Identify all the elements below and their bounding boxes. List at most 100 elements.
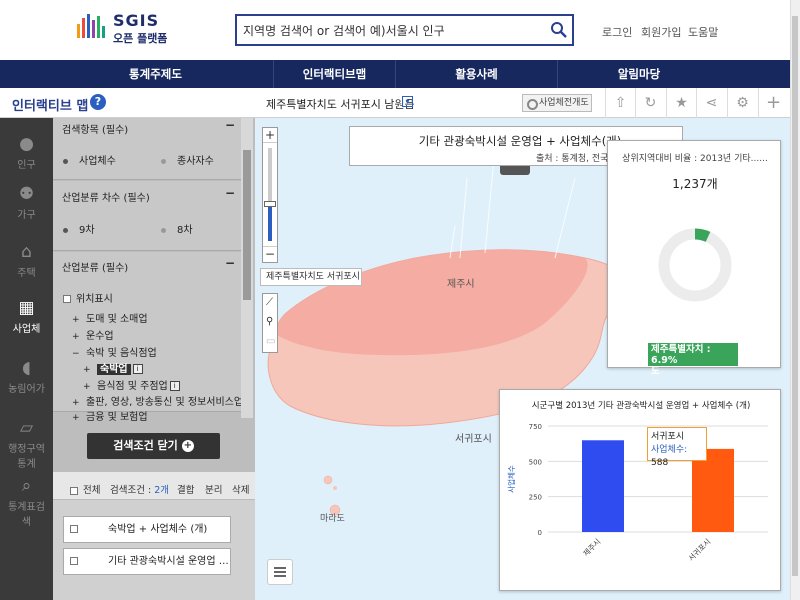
left-nav-household[interactable]: ⚉ 가구	[0, 184, 53, 221]
person-icon: ●	[19, 134, 34, 154]
merge-button[interactable]: 결합	[177, 482, 194, 496]
tree-item[interactable]: + 출판, 영상, 방송통신 및 정보서비스업	[72, 393, 243, 408]
left-nav-table-search[interactable]: ⌕ 통계표검색	[0, 476, 53, 528]
left-nav-population[interactable]: ● 인구	[0, 134, 53, 171]
collapse-title-handle[interactable]	[500, 166, 530, 175]
section-industry: 산업분류 (필수) − 위치표시 + 도매 및 소매업 + 운수업 − 숙박 및 음식…	[53, 252, 243, 423]
checkbox[interactable]	[70, 557, 78, 565]
ratio-label: 제주특별자치 : 6.9% 도	[648, 343, 738, 377]
section-title: 검색항목 (필수)	[62, 125, 129, 136]
chart-tooltip: 서귀포시 사업체수: 588	[647, 427, 707, 468]
split-button[interactable]: 분리	[205, 482, 222, 496]
section-title: 산업분류 (필수)	[62, 263, 129, 274]
map-region-label: 제주특별자치도 서귀포시	[260, 268, 362, 286]
left-nav-business[interactable]: ▦ 사업체	[0, 298, 53, 335]
help-link[interactable]: 도움말	[688, 24, 718, 40]
sgis-logo[interactable]: SGIS 오픈 플랫폼	[76, 10, 186, 46]
condition-card[interactable]: 숙박업 + 사업체수 (개)	[63, 516, 231, 543]
panel-scroll-thumb[interactable]	[243, 150, 251, 300]
business-map-button[interactable]: 사업체전개도	[522, 94, 592, 112]
radio-business-count[interactable]: 사업체수	[63, 152, 116, 167]
pig-icon: ◖	[22, 358, 31, 378]
refresh-icon[interactable]: ↻	[635, 88, 665, 118]
donut-rest	[658, 228, 732, 302]
zoom-level-fill	[268, 203, 272, 241]
tree-item[interactable]: + 음식점 및 주점업 i	[83, 377, 180, 392]
search-input[interactable]	[243, 21, 543, 39]
app-title: 인터랙티브 맵	[12, 99, 89, 114]
zoom-slider-handle[interactable]	[264, 201, 276, 207]
page-scroll-thumb[interactable]	[792, 16, 798, 576]
search-box	[235, 14, 574, 46]
upload-icon[interactable]: ⇧	[605, 88, 635, 118]
tree-item[interactable]: + 운수업	[72, 327, 114, 342]
y-tick-label: 0	[538, 529, 542, 537]
radio-8th[interactable]: 8차	[161, 221, 193, 236]
left-nav-housing[interactable]: ⌂ 주택	[0, 242, 53, 279]
condition-card[interactable]: 기타 관광숙박시설 운영업 …	[63, 548, 231, 575]
place-label-seogwipo: 서귀포시	[455, 434, 492, 445]
info-icon[interactable]: i	[169, 381, 180, 391]
plus-icon: +	[181, 440, 194, 452]
radio-9th[interactable]: 9차	[63, 221, 95, 236]
nav-item-interactive[interactable]: 인터랙티브맵	[274, 60, 396, 88]
tree-item[interactable]: − 숙박 및 음식점업	[72, 344, 157, 359]
y-tick-label: 750	[529, 423, 542, 431]
x-tick-label: 서귀포시	[686, 536, 713, 563]
tree-item[interactable]: + 금융 및 보험업	[72, 408, 148, 423]
left-nav-admin-stats[interactable]: ▱ 행정구역통계	[0, 418, 53, 470]
search-icon[interactable]	[550, 21, 568, 39]
collapse-icon[interactable]: −	[225, 186, 235, 200]
section-industry-level: 산업분류 차수 (필수) − 9차 8차	[53, 181, 241, 251]
map-tools: ⟋ ⚲ ▭	[262, 293, 278, 353]
checkbox[interactable]	[63, 295, 71, 303]
building-icon: ▦	[18, 298, 35, 318]
checkbox[interactable]	[70, 486, 78, 495]
pin-icon[interactable]: ⚲	[266, 316, 273, 327]
login-link[interactable]: 로그인	[602, 24, 632, 40]
add-icon[interactable]: +	[758, 88, 788, 118]
legend-toggle-button[interactable]	[267, 559, 293, 585]
y-tick-label: 250	[529, 494, 542, 502]
ratio-value: 1,237개	[672, 177, 718, 191]
delete-button[interactable]: 삭제	[232, 482, 249, 496]
bar-chart: 0 250 500 750 사업체수제주시 서귀포시	[506, 423, 768, 563]
nav-item-notice[interactable]: 알림마당	[558, 60, 720, 88]
condition-count: 검색조건 : 2개	[110, 485, 170, 496]
star-icon[interactable]: ★	[666, 88, 696, 118]
x-tick-label: 제주시	[581, 537, 602, 558]
left-nav-farm[interactable]: ◖ 농림어가	[0, 358, 53, 395]
tree-item-selected[interactable]: + 숙박업 i	[83, 360, 143, 375]
radio-worker-count[interactable]: 종사자수	[161, 152, 214, 167]
section-search-item: 검색항목 (필수) − 사업체수 종사자수	[53, 118, 241, 180]
y-tick-label: 500	[529, 458, 542, 466]
share-icon[interactable]: ⋖	[696, 88, 726, 118]
nav-item-cases[interactable]: 활용사례	[396, 60, 558, 88]
help-icon[interactable]: ?	[90, 94, 106, 110]
chevron-down-icon[interactable]: ▾	[402, 96, 413, 107]
ruler-icon[interactable]: ⟋	[266, 297, 273, 308]
select-all[interactable]: 전체	[70, 482, 100, 496]
map-icon: ▱	[19, 418, 34, 438]
collapse-icon[interactable]: −	[225, 118, 235, 132]
nav-item-thematic[interactable]: 통계주제도	[38, 60, 274, 88]
location-checkbox[interactable]: 위치표시	[63, 290, 113, 305]
ratio-donut	[658, 228, 732, 302]
signup-link[interactable]: 회원가입	[641, 24, 681, 40]
place-label-jeju: 제주시	[447, 279, 475, 290]
ratio-panel: 상위지역대비 비율 : 2013년 기타...... 1,237개	[607, 140, 781, 368]
place-label-marado: 마라도	[320, 514, 345, 524]
y-axis-label: 사업체수	[506, 465, 516, 493]
logo-title: SGIS	[113, 11, 160, 30]
region-selector[interactable]: 제주특별자치도 서귀포시 남원읍	[266, 96, 415, 112]
close-search-button[interactable]: 검색조건 닫기 +	[87, 433, 220, 459]
info-icon[interactable]: i	[132, 364, 143, 374]
main-nav: 통계주제도 인터랙티브맵 활용사례 알림마당	[0, 60, 800, 88]
collapse-icon[interactable]: −	[225, 256, 235, 270]
gear-icon[interactable]: ⚙	[727, 88, 757, 118]
zoom-out-button[interactable]: −	[263, 246, 277, 261]
zoom-in-button[interactable]: +	[263, 128, 277, 143]
checkbox[interactable]	[70, 525, 78, 533]
tree-item[interactable]: + 도매 및 소매업	[72, 310, 148, 325]
trash-icon[interactable]: ▭	[266, 336, 275, 347]
